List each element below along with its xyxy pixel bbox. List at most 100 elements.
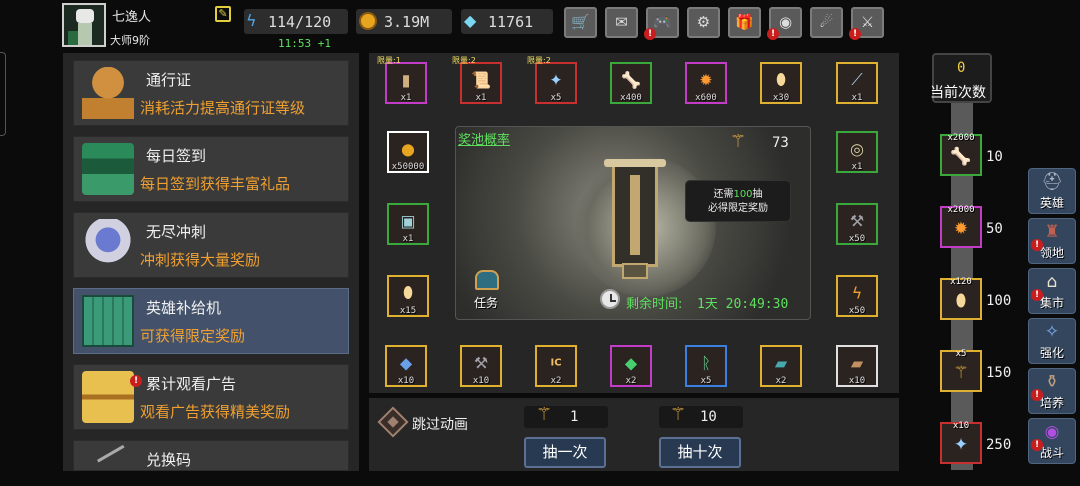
green-gem-icon: ◆ [624,353,638,373]
reward-slot[interactable]: ◆ x10 [385,345,427,387]
reward-qty: x1 [851,93,863,103]
menu-item-2[interactable]: 每日签到每日签到获得丰富礼品 [73,136,349,202]
fire-orb-icon: ✹ [699,70,713,90]
remaining-value: 1天 20:49:30 [697,297,789,312]
draw-ten-button[interactable]: 抽十次 [659,437,741,468]
menu-item-desc: 观看广告获得精美奖励 [140,403,291,421]
pity-tooltip: 还需100抽 必得限定奖励 [685,180,791,222]
menu-item-5[interactable]: 累计观看广告 观看广告获得精美奖励! [73,364,349,430]
pool-odds-link[interactable]: 奖池概率 [458,129,510,148]
gear-button[interactable]: ⚙ [687,7,720,38]
reward-qty: x5 [700,376,712,386]
nav-portal[interactable]: ◉ 战斗! [1028,418,1076,464]
armor-icon [82,219,134,271]
reward-slot[interactable]: ◆ x2 [610,345,652,387]
milestone-reward[interactable]: x120 ⬮ [940,277,982,320]
reward-slot[interactable]: ✦ x5 [535,62,577,104]
menu-item-title: 无尽冲刺 [146,223,207,241]
limit-label: 限量:2 [527,56,551,65]
alert-badge: ! [767,28,779,40]
helmet-icon: ⛑ [1041,172,1063,192]
banner-icon: ▮ [401,70,411,90]
reward-slot[interactable]: IC x2 [535,345,577,387]
chest-icon: ▣ [400,211,416,231]
reward-slot[interactable]: ϟ x50 [836,275,878,317]
milestone-reward[interactable]: x10 ✦ [940,421,982,464]
limit-label: 限量:1 [377,56,401,65]
nav-castle[interactable]: ♜ 领地! [1028,218,1076,264]
milestone-qty: x5 [955,349,967,359]
reward-slot[interactable]: ▰ x10 [836,345,878,387]
shop-cart-icon: 🛒 [571,13,590,31]
reward-qty: x600 [695,93,717,103]
menu-item-desc: 冲刺获得大量奖励 [140,251,261,269]
alert-badge: ! [1031,389,1043,401]
reward-slot[interactable]: 📜 x1 [460,62,502,104]
nav-cultivate[interactable]: ⚱ 培养! [1028,368,1076,414]
nav-upgrade[interactable]: ✧ 强化 [1028,318,1076,364]
reward-qty: x50000 [391,162,425,172]
milestone-qty: x2000 [947,133,975,143]
ic-chip-icon: IC [550,357,562,369]
reward-slot[interactable]: ⬮ x30 [760,62,802,104]
ten-cost: 10 [700,409,717,425]
egg-icon: ⬮ [775,69,787,89]
energy-value: 114/120 [268,13,332,31]
banner-artifact [604,159,666,279]
reward-slot[interactable]: ● x50000 [387,131,429,173]
mail-button[interactable]: ✉ [605,7,638,38]
gear-icon: ⚙ [696,13,711,31]
menu-item-3[interactable]: 无尽冲刺冲刺获得大量奖励 [73,212,349,278]
meteor-button[interactable]: ☄ [810,7,843,38]
pity-count: 100 [733,189,753,200]
reward-qty: x30 [772,93,790,103]
reward-slot[interactable]: 🦴 x400 [610,62,652,104]
wand-icon: ⚚ [953,362,969,383]
reward-slot[interactable]: ⚒ x10 [460,345,502,387]
alert-badge: ! [849,28,861,40]
gift-button[interactable]: 🎁 [728,7,761,38]
alert-badge: ! [130,375,142,387]
gold-coin-icon: ● [401,139,415,159]
goblet-icon [82,67,134,119]
reward-slot[interactable]: ✹ x600 [685,62,727,104]
alert-badge: ! [644,28,656,40]
reward-slot[interactable]: ▰ x2 [760,345,802,387]
menu-item-title: 通行证 [146,71,192,89]
gift-icon: 🎁 [735,13,754,31]
avatar[interactable] [62,3,106,47]
menu-item-4[interactable]: 英雄补给机 可获得限定奖励 [73,288,349,354]
milestone-qty: x2000 [947,205,975,215]
gamepad-button[interactable]: 🎮! [644,7,679,40]
reward-qty: x5 [550,93,562,103]
key-icon [97,444,133,478]
nav-market[interactable]: ⌂ 集市! [1028,268,1076,314]
reward-slot[interactable]: ⬮ x15 [387,275,429,317]
reward-slot[interactable]: ◎ x1 [836,131,878,173]
shop-cart-button[interactable]: 🛒 [564,7,597,38]
milestone-reward[interactable]: x2000 ✹ [940,205,982,248]
gold-value: 3.19M [384,13,430,31]
milestone-reward[interactable]: x5 ⚚ [940,349,982,392]
books-icon [82,143,134,195]
menu-item-6[interactable]: 兑换码 [73,440,349,478]
nav-helmet[interactable]: ⛑ 英雄 [1028,168,1076,214]
menu-item-1[interactable]: 通行证 消耗活力提高通行证等级 [73,60,349,126]
draw-once-button[interactable]: 抽一次 [524,437,606,468]
reward-qty: x1 [475,93,487,103]
crossed-swords-button[interactable]: ⚔! [849,7,884,40]
reward-slot[interactable]: ▣ x1 [387,203,429,245]
task-button[interactable]: 任务 [470,270,504,310]
reward-slot[interactable]: ⚒ x50 [836,203,878,245]
menu-item-desc: 每日签到获得丰富礼品 [140,175,291,193]
reward-slot[interactable]: ᚱ x5 [685,345,727,387]
edit-name-icon[interactable]: ✎ [215,6,231,22]
reward-slot[interactable]: ⟋ x1 [836,62,878,104]
edge-handle[interactable] [0,52,6,136]
milestone-reward[interactable]: x2000 🦴 [940,133,982,176]
alert-badge: ! [1031,239,1043,251]
reward-slot[interactable]: ▮ x1 [385,62,427,104]
menu-item-title: 每日签到 [146,147,207,165]
color-wheel-button[interactable]: ◉! [767,7,802,40]
tome-icon: ▰ [774,353,788,373]
